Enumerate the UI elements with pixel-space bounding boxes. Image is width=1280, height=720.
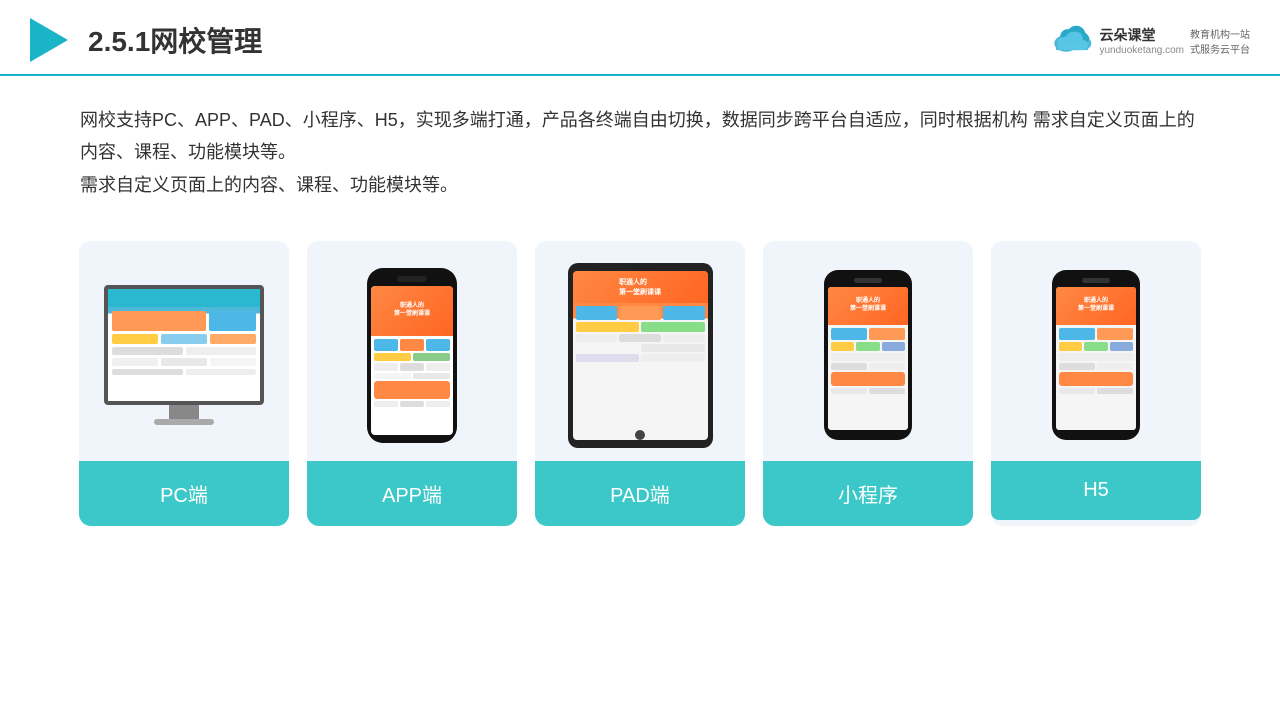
phone-miniprogram-icon: 职通人的第一堂刷课课 — [824, 270, 912, 440]
page-header: 2.5.1网校管理 云朵课堂 yunduoketang.com 教育机构一站式服… — [0, 0, 1280, 76]
cards-container: PC端 职通人的第一堂刷课课 — [0, 221, 1280, 546]
phone-h5-icon: 职通人的第一堂刷课课 — [1052, 270, 1140, 440]
card-app-label: APP端 — [307, 461, 517, 526]
page-title: 2.5.1网校管理 — [88, 20, 262, 60]
header-left: 2.5.1网校管理 — [30, 18, 262, 62]
card-app: 职通人的第一堂刷课课 — [307, 241, 517, 526]
card-h5-label: H5 — [991, 461, 1201, 520]
card-h5: 职通人的第一堂刷课课 — [991, 241, 1201, 526]
logo-triangle-icon — [30, 18, 68, 62]
card-miniprogram: 职通人的第一堂刷课课 — [763, 241, 973, 526]
card-miniprogram-image: 职通人的第一堂刷课课 — [763, 241, 973, 461]
card-pc-image — [79, 241, 289, 461]
header-right: 云朵课堂 yunduoketang.com 教育机构一站式服务云平台 — [1051, 24, 1250, 56]
brand-slogan: 教育机构一站式服务云平台 — [1190, 26, 1250, 56]
card-pc-label: PC端 — [79, 461, 289, 526]
phone-app-icon: 职通人的第一堂刷课课 — [367, 268, 457, 443]
card-pad-label: PAD端 — [535, 461, 745, 526]
card-pad: 职通人的第一堂刷课课 — [535, 241, 745, 526]
tablet-pad-icon: 职通人的第一堂刷课课 — [568, 263, 713, 448]
card-miniprogram-label: 小程序 — [763, 461, 973, 526]
page-description: 网校支持PC、APP、PAD、小程序、H5，实现多端打通，产品各终端自由切换，数… — [0, 76, 1280, 211]
pc-monitor-icon — [104, 285, 264, 425]
cloud-icon — [1051, 24, 1093, 56]
brand-name: 云朵课堂 yunduoketang.com — [1099, 25, 1184, 56]
card-pc: PC端 — [79, 241, 289, 526]
brand-logo: 云朵课堂 yunduoketang.com 教育机构一站式服务云平台 — [1051, 24, 1250, 56]
card-pad-image: 职通人的第一堂刷课课 — [535, 241, 745, 461]
card-h5-image: 职通人的第一堂刷课课 — [991, 241, 1201, 461]
card-app-image: 职通人的第一堂刷课课 — [307, 241, 517, 461]
